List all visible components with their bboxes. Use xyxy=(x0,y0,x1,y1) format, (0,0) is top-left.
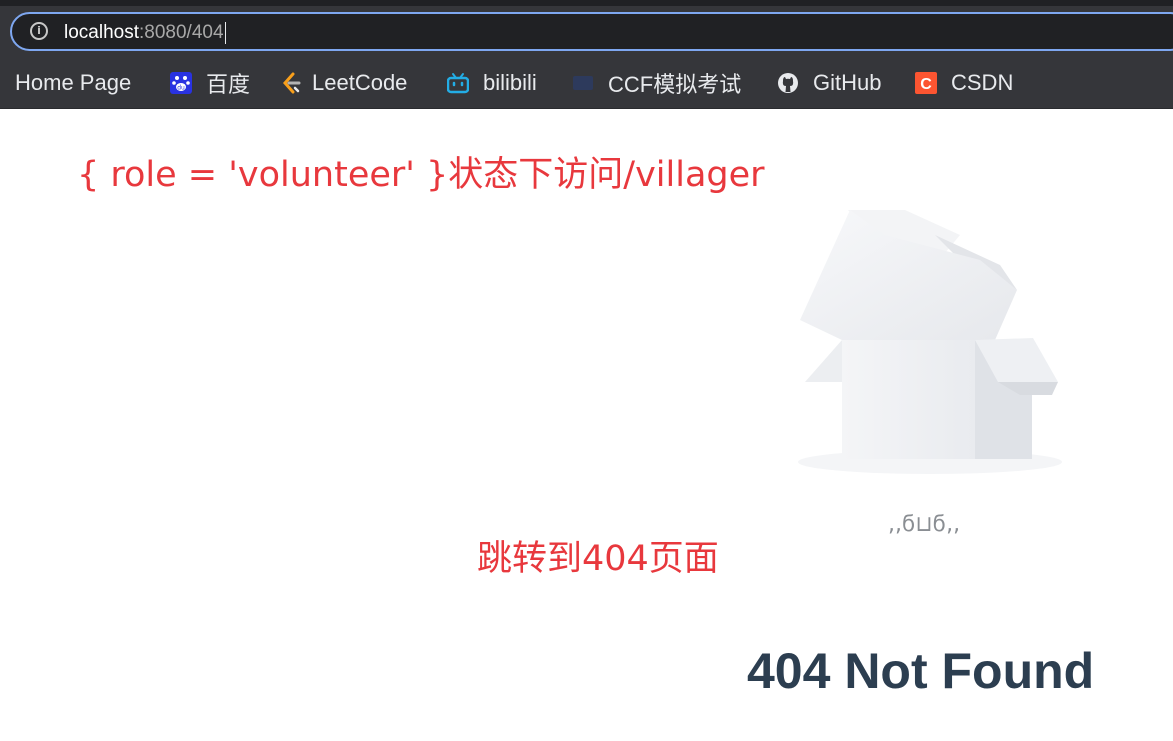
bookmark-baidu[interactable]: du 百度 xyxy=(170,64,250,102)
empty-box-illustration xyxy=(798,210,1062,474)
bookmark-ccf[interactable]: CCF模拟考试 xyxy=(572,64,741,102)
bookmark-label: Home Page xyxy=(15,70,132,95)
browser-toolbar: i localhost:8080/404 xyxy=(0,0,1173,64)
info-icon[interactable]: i xyxy=(30,22,48,40)
leetcode-icon xyxy=(282,72,301,94)
baidu-icon: du xyxy=(170,72,192,94)
address-bar[interactable]: i localhost:8080/404 xyxy=(10,12,1173,51)
bookmark-label: GitHub xyxy=(813,70,882,95)
bookmark-label: 百度 xyxy=(206,72,251,97)
url-host: localhost xyxy=(64,22,139,43)
ccf-icon xyxy=(573,76,593,90)
bookmark-label: LeetCode xyxy=(312,70,408,95)
text-caret xyxy=(224,22,226,44)
bookmark-csdn[interactable]: C CSDN xyxy=(915,64,1013,102)
page-title: 404 Not Found xyxy=(747,643,1095,699)
url-path: :8080/404 xyxy=(139,22,224,43)
bookmarks-bar: ‹ Home Page du 百度 LeetCode bilibili xyxy=(0,64,1173,109)
bookmark-label: CCF模拟考试 xyxy=(608,72,742,97)
bookmark-leetcode[interactable]: LeetCode xyxy=(280,64,407,102)
annotation-role-note: { role = 'volunteer' }状态下访问/villager xyxy=(77,155,765,195)
bookmark-bilibili[interactable]: bilibili xyxy=(447,64,537,102)
tab-strip xyxy=(0,0,1173,6)
svg-text:C: C xyxy=(920,76,932,93)
bookmark-label: CSDN xyxy=(951,70,1014,95)
svg-text:du: du xyxy=(177,85,185,92)
bookmark-github[interactable]: GitHub xyxy=(777,64,881,102)
bilibili-icon xyxy=(447,73,469,94)
face-emoticon: ,,ϭ⊔ϭ,, xyxy=(888,512,961,537)
github-icon xyxy=(778,73,798,93)
bookmark-label: bilibili xyxy=(483,70,537,95)
bookmark-home-page[interactable]: ‹ Home Page xyxy=(0,64,131,102)
annotation-redirect-note: 跳转到404页面 xyxy=(477,539,719,579)
url-text[interactable]: localhost:8080/404 xyxy=(64,22,226,44)
csdn-icon: C xyxy=(915,72,937,94)
